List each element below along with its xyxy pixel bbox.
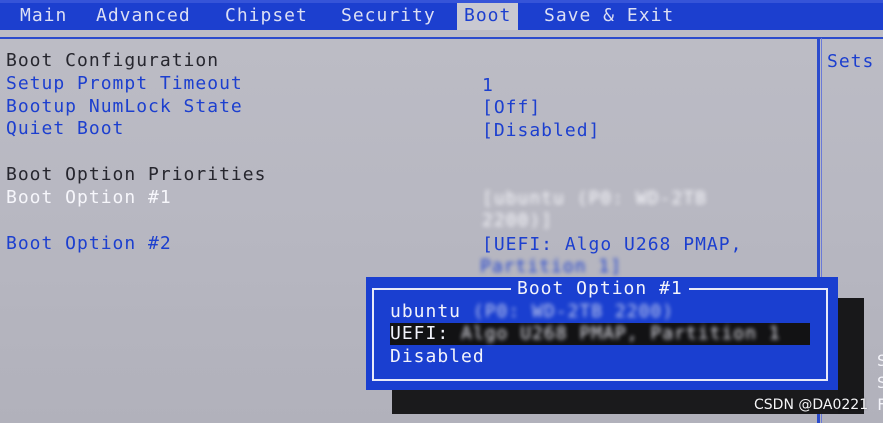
help-fragment-2: S xyxy=(877,373,883,392)
boot-option-priorities-heading: Boot Option Priorities xyxy=(6,164,267,185)
popup-option-uefi[interactable]: UEFI: Algo U268 PMAP, Partition 1 xyxy=(390,323,810,345)
tab-save-exit[interactable]: Save & Exit xyxy=(544,3,674,30)
popup-option-ubuntu-prefix: ubuntu xyxy=(390,301,462,322)
help-fragment-3: F xyxy=(877,395,883,414)
boot-option-popup: Boot Option #1 ubuntu (P0: WD-2TB 2200) … xyxy=(366,277,838,390)
quiet-boot-value[interactable]: [Disabled] xyxy=(482,120,600,142)
boot-option-2-value-text: [UEFI: Algo U268 PMAP, xyxy=(482,234,743,255)
help-text: Sets xyxy=(827,51,875,72)
boot-configuration-heading: Boot Configuration xyxy=(6,50,220,71)
tab-boot[interactable]: Boot xyxy=(457,3,519,30)
setup-prompt-timeout-label[interactable]: Setup Prompt Timeout xyxy=(6,73,243,95)
popup-option-uefi-detail: Algo U268 PMAP, Partition 1 xyxy=(461,323,781,344)
popup-option-uefi-prefix: UEFI: xyxy=(390,323,450,344)
quiet-boot-label[interactable]: Quiet Boot xyxy=(6,118,124,140)
tab-chipset[interactable]: Chipset xyxy=(225,3,308,30)
boot-option-1-label[interactable]: Boot Option #1 xyxy=(6,187,172,209)
bios-screen: Main Advanced Chipset Security Boot Save… xyxy=(0,0,883,423)
popup-title: Boot Option #1 xyxy=(511,278,689,300)
tab-main[interactable]: Main xyxy=(20,3,67,30)
tab-security[interactable]: Security xyxy=(341,3,436,30)
boot-option-2-value-line1[interactable]: [UEFI: Algo U268 PMAP, xyxy=(482,234,742,256)
boot-option-2-label[interactable]: Boot Option #2 xyxy=(6,233,172,255)
boot-option-1-value-line1[interactable]: [ubuntu (P0: WD-2TB xyxy=(482,188,707,210)
popup-option-ubuntu[interactable]: ubuntu (P0: WD-2TB 2200) xyxy=(390,301,674,323)
popup-option-disabled-label: Disabled xyxy=(390,346,485,367)
tab-advanced[interactable]: Advanced xyxy=(96,3,191,30)
popup-option-ubuntu-detail: (P0: WD-2TB 2200) xyxy=(472,301,675,322)
help-fragment-1: S xyxy=(877,351,883,370)
bootup-numlock-state-value[interactable]: [Off] xyxy=(482,97,541,119)
watermark: CSDN @DA0221 xyxy=(754,397,869,413)
popup-option-disabled[interactable]: Disabled xyxy=(390,346,485,368)
setup-prompt-timeout-value[interactable]: 1 xyxy=(482,75,494,97)
boot-option-2-value-line2: Partition 1] xyxy=(480,256,623,277)
boot-option-1-value-line2: 2200)] xyxy=(482,210,554,231)
bootup-numlock-state-label[interactable]: Bootup NumLock State xyxy=(6,96,243,118)
menu-bar: Main Advanced Chipset Security Boot Save… xyxy=(0,0,883,30)
frame-top-border xyxy=(0,37,883,39)
